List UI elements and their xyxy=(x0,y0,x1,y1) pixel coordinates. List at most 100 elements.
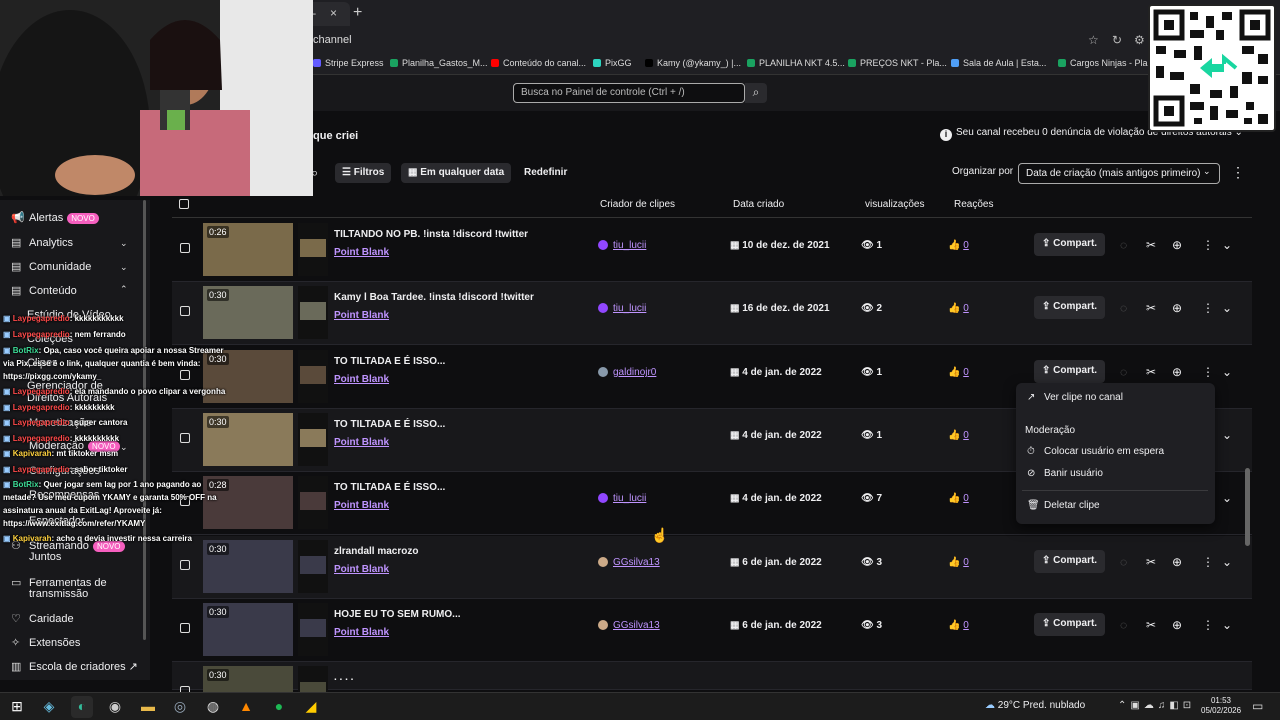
row-checkbox[interactable] xyxy=(180,623,190,633)
chevron-down-icon[interactable]: ⌄ xyxy=(1222,301,1232,315)
clip-vertical-thumbnail[interactable] xyxy=(298,603,328,656)
clip-thumbnail[interactable]: 0:30 xyxy=(203,286,293,339)
clip-vertical-thumbnail[interactable] xyxy=(298,540,328,593)
scissors-icon[interactable]: ✂ xyxy=(1146,618,1156,632)
windows-start-icon[interactable]: ⊞ xyxy=(6,696,28,718)
bookmark-item[interactable]: PLANILHA NKT 4.5... xyxy=(747,58,845,68)
table-row[interactable]: 0:30 . . . . xyxy=(172,662,1252,719)
more-options-icon[interactable]: ⋮ xyxy=(1202,238,1214,252)
search-icon[interactable]: ⌕ xyxy=(745,83,767,103)
clip-title[interactable]: zlrandall macrozo xyxy=(334,546,418,557)
clip-game-link[interactable]: Point Blank xyxy=(334,310,389,321)
reset-button[interactable]: Redefinir xyxy=(517,163,574,183)
sidebar-item-charity[interactable]: ♡ Caridade xyxy=(11,612,74,625)
clip-game-link[interactable]: Point Blank xyxy=(334,437,389,448)
clip-title[interactable]: TO TILTADA E É ISSO... xyxy=(334,356,445,367)
add-icon[interactable]: ⊕ xyxy=(1172,365,1182,379)
chevron-down-icon[interactable]: ⌄ xyxy=(1222,618,1232,632)
bookmark-item[interactable]: Stripe Express xyxy=(313,58,384,68)
clip-creator-link[interactable]: tiu_lucii xyxy=(598,240,646,251)
clip-thumbnail[interactable]: 0:28 xyxy=(203,476,293,529)
clip-reactions[interactable]: 👍 0 xyxy=(948,430,969,441)
clip-vertical-thumbnail[interactable] xyxy=(298,350,328,403)
clip-title[interactable]: Kamy l Boa Tardee. !insta !discord !twit… xyxy=(334,292,534,303)
weather-widget[interactable]: ☁ 29°C Pred. nublado xyxy=(985,700,1085,711)
share-button[interactable]: ⇪ Compart. xyxy=(1034,360,1106,383)
spotify-icon[interactable]: ● xyxy=(268,696,290,718)
clip-game-link[interactable]: Point Blank xyxy=(334,564,389,575)
copilot-icon[interactable]: ◈ xyxy=(38,696,60,718)
chevron-down-icon[interactable]: ⌄ xyxy=(1222,238,1232,252)
clip-reactions[interactable]: 👍 0 xyxy=(948,367,969,378)
table-row[interactable]: 0:30 Kamy l Boa Tardee. !insta !discord !… xyxy=(172,282,1252,345)
clip-reactions[interactable]: 👍 0 xyxy=(948,557,969,568)
bookmark-item[interactable]: Cargos Ninjas - Pla... xyxy=(1058,58,1155,68)
more-options-icon[interactable]: ⋮ xyxy=(1202,365,1214,379)
clip-reactions[interactable]: 👍 0 xyxy=(948,493,969,504)
date-filter-button[interactable]: ▦ Em qualquer data xyxy=(401,163,512,183)
row-checkbox[interactable] xyxy=(180,370,190,380)
clip-game-link[interactable]: Point Blank xyxy=(334,627,389,638)
clip-creator-link[interactable]: galdinojr0 xyxy=(598,367,656,378)
steam-icon[interactable]: ◎ xyxy=(169,696,191,718)
clip-vertical-thumbnail[interactable] xyxy=(298,286,328,339)
row-checkbox[interactable] xyxy=(180,243,190,253)
row-checkbox[interactable] xyxy=(180,433,190,443)
obs-icon[interactable]: ◍ xyxy=(202,696,224,718)
clip-thumbnail[interactable]: 0:26 xyxy=(203,223,293,276)
star-icon[interactable]: ☆ xyxy=(1088,33,1099,47)
more-options-icon[interactable]: ⋮ xyxy=(1202,301,1214,315)
bookmark-item[interactable]: Sala de Aula | Esta... xyxy=(951,58,1046,68)
app-icon[interactable]: ▲ xyxy=(235,696,257,718)
sidebar-item-creator-school[interactable]: ▥ Escola de criadores ↗ xyxy=(11,660,138,673)
table-row[interactable]: 0:30 zlrandall macrozo Point Blank GGsilva1… xyxy=(172,536,1252,599)
select-all-checkbox[interactable] xyxy=(179,199,189,209)
sort-select[interactable]: Data de criação (mais antigos primeiro) xyxy=(1018,163,1220,184)
add-icon[interactable]: ⊕ xyxy=(1172,238,1182,252)
timeout-user-menu-item[interactable]: ⏱ Colocar usuário em espera xyxy=(1027,446,1164,457)
row-checkbox[interactable] xyxy=(180,306,190,316)
edge-browser-icon[interactable]: ◐ xyxy=(71,696,93,718)
clip-thumbnail[interactable]: 0:30 xyxy=(203,603,293,656)
sidebar-item-content[interactable]: ▤ Conteúdo xyxy=(11,284,77,297)
add-icon[interactable]: ⊕ xyxy=(1172,555,1182,569)
share-button[interactable]: ⇪ Compart. xyxy=(1034,550,1106,573)
share-button[interactable]: ⇪ Compart. xyxy=(1034,613,1106,636)
chevron-down-icon[interactable]: ⌄ xyxy=(1222,555,1232,569)
clip-title[interactable]: TO TILTADA E É ISSO... xyxy=(334,419,445,430)
clip-thumbnail[interactable]: 0:30 xyxy=(203,540,293,593)
address-text[interactable]: channel xyxy=(313,34,352,46)
main-scrollbar[interactable] xyxy=(1245,468,1250,546)
clip-thumbnail[interactable]: 0:30 xyxy=(203,413,293,466)
bookmark-item[interactable]: PREÇOS NKT - Pla... xyxy=(848,58,947,68)
scissors-icon[interactable]: ✂ xyxy=(1146,365,1156,379)
chevron-down-icon[interactable]: ⌄ xyxy=(1222,491,1232,505)
sidebar-item-alerts[interactable]: 📢 Alertas NOVO xyxy=(11,211,99,224)
chevron-down-icon[interactable]: ⌄ xyxy=(1222,365,1232,379)
sidebar-item-extensions[interactable]: ✧ Extensões xyxy=(11,636,80,649)
add-icon[interactable]: ⊕ xyxy=(1172,618,1182,632)
dashboard-search-input[interactable]: Busca no Painel de controle (Ctrl + /) xyxy=(513,83,745,103)
chevron-down-icon[interactable]: ⌄ xyxy=(1222,428,1232,442)
new-tab-icon[interactable]: + xyxy=(353,4,362,22)
scissors-icon[interactable]: ✂ xyxy=(1146,555,1156,569)
clip-title[interactable]: TO TILTADA E É ISSO... xyxy=(334,482,445,493)
clip-title[interactable]: HOJE EU TO SEM RUMO... xyxy=(334,609,461,620)
app-icon[interactable]: ◢ xyxy=(300,696,322,718)
close-tab-icon[interactable]: × xyxy=(330,6,337,20)
bookmark-item[interactable]: Conteúdo do canal... xyxy=(491,58,586,68)
sidebar-item-analytics[interactable]: ▤ Analytics xyxy=(11,236,73,249)
clip-title[interactable]: TILTANDO NO PB. !insta !discord !twitter xyxy=(334,229,528,240)
clip-reactions[interactable]: 👍 0 xyxy=(948,240,969,251)
scissors-icon[interactable]: ✂ xyxy=(1146,238,1156,252)
clip-creator-link[interactable]: tiu_lucii xyxy=(598,493,646,504)
more-options-icon[interactable]: ⋮ xyxy=(1202,618,1214,632)
bookmark-item[interactable]: PixGG xyxy=(593,58,632,68)
clip-vertical-thumbnail[interactable] xyxy=(298,413,328,466)
clip-creator-link[interactable]: tiu_lucii xyxy=(598,303,646,314)
clip-creator-link[interactable]: GGsilva13 xyxy=(598,620,660,631)
add-icon[interactable]: ⊕ xyxy=(1172,301,1182,315)
clip-reactions[interactable]: 👍 0 xyxy=(948,620,969,631)
scissors-icon[interactable]: ✂ xyxy=(1146,301,1156,315)
bookmark-item[interactable]: Planilha_Gastos_M... xyxy=(390,58,488,68)
